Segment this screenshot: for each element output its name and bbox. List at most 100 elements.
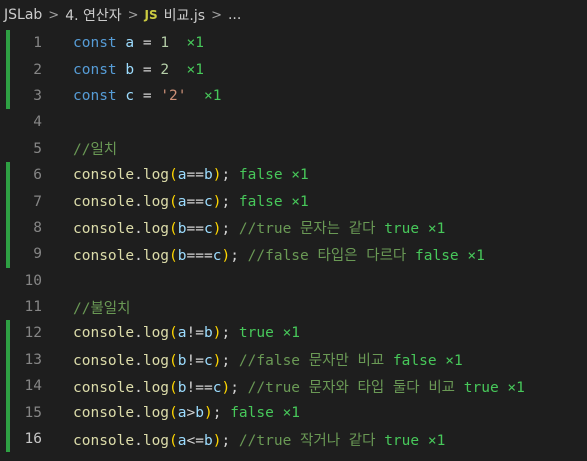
code-token: ) <box>203 404 213 421</box>
code-line[interactable]: 11 //불일치 <box>0 294 587 320</box>
breadcrumb-item-subfolder[interactable]: 4. 연산자 <box>65 5 121 25</box>
code-token: a <box>125 35 135 52</box>
code-text: console.log(b==c); //true 문자는 같다 true ×1 <box>73 217 445 238</box>
breadcrumb-item-symbols[interactable]: ... <box>228 7 241 23</box>
code-line[interactable]: 4 <box>0 109 587 135</box>
code-line[interactable]: 6 console.log(a==b); false ×1 <box>0 161 587 189</box>
code-token: b <box>177 353 187 370</box>
code-line[interactable]: 16 console.log(a<=b); //true 작거나 같다 true … <box>0 425 587 453</box>
code-token: . <box>134 379 143 396</box>
code-token: b <box>195 404 204 421</box>
inline-result: true ×1 <box>384 221 446 238</box>
code-token: . <box>134 167 143 184</box>
code-token: c <box>203 353 213 370</box>
inline-result: false ×1 <box>238 193 309 210</box>
code-token: <= <box>186 432 204 449</box>
code-text: const a = 1 ×1 <box>73 35 204 51</box>
change-indicator <box>6 399 10 426</box>
change-indicator <box>6 373 10 400</box>
code-token: console <box>73 353 135 370</box>
breadcrumb-item-folder[interactable]: JSLab <box>4 7 42 23</box>
change-indicator <box>6 346 10 374</box>
code-token: a <box>177 167 187 184</box>
code-line[interactable]: 15 console.log(a>b); false ×1 <box>0 399 587 426</box>
code-token: ( <box>169 379 178 396</box>
inline-result: false ×1 <box>392 353 463 370</box>
code-token: log <box>142 432 170 449</box>
code-comment: //true 문자는 같다 <box>238 221 385 238</box>
code-token: log <box>142 221 170 238</box>
change-indicator <box>6 161 10 189</box>
code-token: b <box>177 221 187 238</box>
code-token: log <box>142 353 170 370</box>
code-token: a <box>177 325 187 342</box>
code-token: ( <box>169 404 178 421</box>
code-text: const c = '2' ×1 <box>73 88 221 104</box>
code-token: console <box>73 404 135 421</box>
code-token: ; <box>221 353 239 370</box>
code-comment: //불일치 <box>73 300 131 317</box>
code-editor[interactable]: 1 const a = 1 ×1 2 const b = 2 ×1 3 const c =… <box>0 30 587 453</box>
code-token: b <box>125 61 135 78</box>
line-number: 10 <box>24 272 42 289</box>
code-token: a <box>177 432 187 449</box>
change-indicator <box>6 188 10 215</box>
code-line[interactable]: 10 <box>0 268 587 294</box>
code-token: > <box>186 404 196 421</box>
code-line[interactable]: 7 console.log(a==c); false ×1 <box>0 188 587 215</box>
line-number: 4 <box>33 114 42 131</box>
chevron-right-icon: > <box>127 7 139 23</box>
line-number: 5 <box>33 140 42 157</box>
breadcrumb-item-file[interactable]: 비교.js <box>164 5 205 25</box>
code-token: 2 <box>160 61 170 78</box>
code-text: console.log(b!=c); //false 문자만 비교 false … <box>73 349 463 370</box>
change-indicator <box>6 214 10 242</box>
chevron-right-icon: > <box>211 7 222 23</box>
code-line[interactable]: 9 console.log(b===c); //false 타입은 다르다 fal… <box>0 241 587 268</box>
code-token: c <box>203 193 213 210</box>
inline-result: true ×1 <box>463 379 525 396</box>
code-token: console <box>73 193 135 210</box>
code-text: //일치 <box>73 138 117 159</box>
code-token: == <box>186 167 204 184</box>
code-token: ( <box>169 325 178 342</box>
code-token: . <box>134 221 143 238</box>
code-token: ( <box>169 167 178 184</box>
code-token: '2' <box>160 87 187 104</box>
code-line[interactable]: 1 const a = 1 ×1 <box>0 30 587 57</box>
code-line[interactable]: 5 //일치 <box>0 136 587 162</box>
code-token: b <box>203 167 213 184</box>
code-token: log <box>142 404 170 421</box>
code-comment: //일치 <box>73 142 118 159</box>
line-number: 11 <box>24 299 42 316</box>
code-token: log <box>142 379 170 396</box>
code-token: log <box>142 167 170 184</box>
code-token: a <box>177 193 187 210</box>
inline-result: true ×1 <box>238 325 301 342</box>
code-token: log <box>142 247 170 264</box>
code-text: console.log(b===c); //false 타입은 다르다 fals… <box>73 244 485 265</box>
code-text: const b = 2 ×1 <box>73 62 204 78</box>
code-token: ; <box>221 432 239 449</box>
code-token: === <box>186 247 213 264</box>
javascript-file-icon: JS <box>144 8 158 22</box>
code-line[interactable]: 14 console.log(b!==c); //true 문자와 타입 둘다 비… <box>0 373 587 400</box>
code-token: const <box>73 61 126 78</box>
code-line[interactable]: 13 console.log(b!=c); //false 문자만 비교 fals… <box>0 346 587 374</box>
code-comment: //false 문자만 비교 <box>238 353 393 370</box>
code-line[interactable]: 2 const b = 2 ×1 <box>0 56 587 83</box>
code-text: //불일치 <box>73 297 130 318</box>
code-line[interactable]: 3 const c = '2' ×1 <box>0 82 587 110</box>
inline-result: ×1 <box>186 61 204 78</box>
code-line[interactable]: 12 console.log(a!=b); true ×1 <box>0 320 587 347</box>
inline-result: ×1 <box>204 87 222 104</box>
code-text: console.log(b!==c); //true 문자와 타입 둘다 비교 … <box>73 376 525 397</box>
change-indicator <box>6 320 10 347</box>
code-token: ; <box>221 167 239 184</box>
code-line[interactable]: 8 console.log(b==c); //true 문자는 같다 true ×… <box>0 214 587 242</box>
code-token: console <box>73 432 135 449</box>
code-token: console <box>73 325 135 342</box>
code-comment: //true 문자와 타입 둘다 비교 <box>247 379 464 396</box>
code-token: . <box>134 193 143 210</box>
